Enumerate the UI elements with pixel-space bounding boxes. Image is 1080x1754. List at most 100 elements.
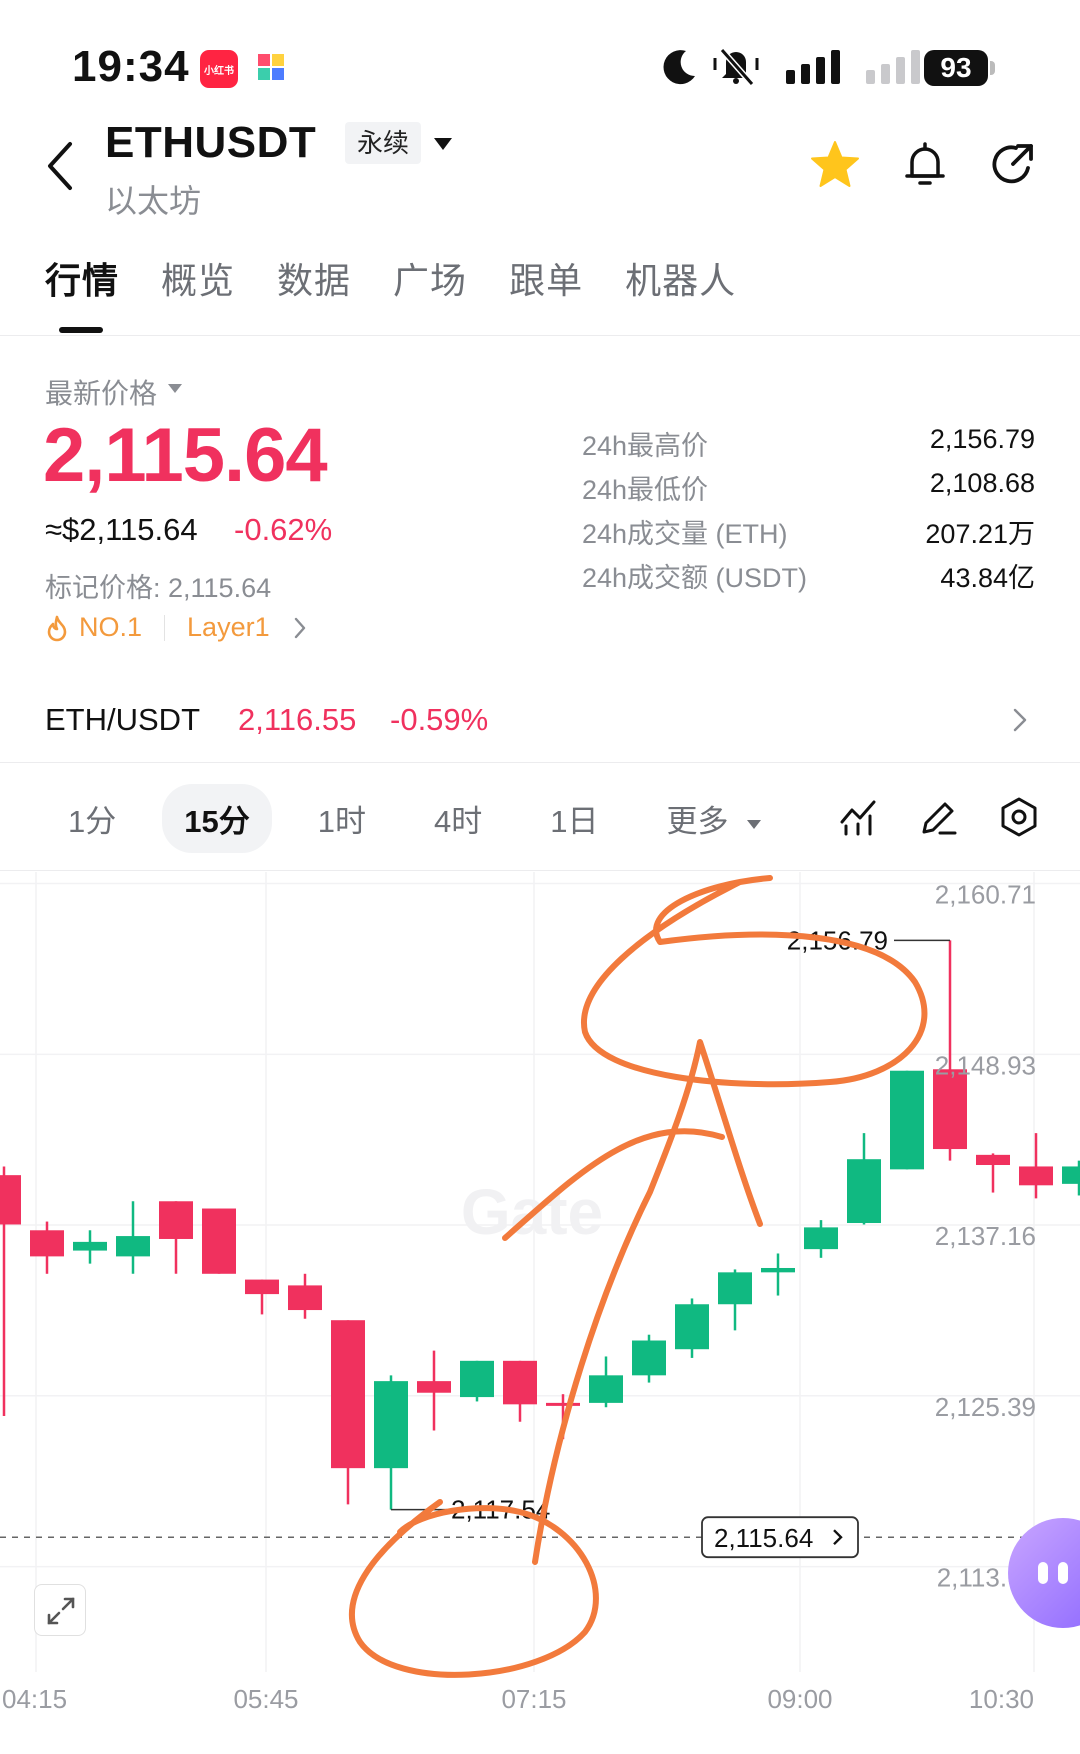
- battery-tip: [990, 61, 995, 75]
- draw-pencil-icon[interactable]: [918, 796, 960, 838]
- candle-body: [804, 1227, 838, 1250]
- rank-tag[interactable]: NO.1: [79, 612, 142, 643]
- candle-up[interactable]: [761, 1253, 795, 1296]
- bot-eye-icon: [1058, 1562, 1068, 1584]
- xiaohongshu-app-icon: 小红书: [200, 50, 238, 88]
- candle-body: [331, 1320, 365, 1469]
- candle-up[interactable]: [460, 1360, 494, 1402]
- candle-body: [417, 1381, 451, 1393]
- candle-body: [933, 1069, 967, 1150]
- candle-up[interactable]: [1062, 1160, 1080, 1196]
- settings-hex-icon[interactable]: [998, 796, 1040, 838]
- candle-up[interactable]: [116, 1201, 150, 1274]
- status-bar: 19:34 小红书 93: [0, 0, 1080, 110]
- x-axis-tick-label: 05:45: [233, 1684, 298, 1714]
- status-time: 19:34: [72, 42, 190, 91]
- indicator-icon[interactable]: [838, 796, 880, 838]
- candle-down[interactable]: [288, 1273, 322, 1319]
- active-tab-indicator: [59, 327, 103, 333]
- tab-square[interactable]: 广场: [393, 252, 467, 304]
- candle-body: [245, 1279, 279, 1295]
- tab-data[interactable]: 数据: [277, 252, 351, 304]
- back-icon[interactable]: [40, 138, 80, 194]
- candle-body: [589, 1375, 623, 1403]
- candle-body: [202, 1208, 236, 1274]
- tab-market[interactable]: 行情: [45, 252, 119, 304]
- y-axis-tick-label: 2,137.16: [935, 1221, 1036, 1251]
- candle-body: [890, 1070, 924, 1170]
- stat-value-high: 2,156.79: [929, 424, 1035, 454]
- stat-label-turnover: 24h成交额 (USDT): [582, 563, 808, 593]
- battery-icon: 93: [924, 50, 988, 86]
- candle-down[interactable]: [331, 1320, 365, 1505]
- candle-up[interactable]: [890, 1070, 924, 1170]
- candle-body: [761, 1267, 795, 1273]
- moon-icon: [663, 50, 695, 85]
- annotation-circle-low: [348, 1499, 599, 1678]
- interval-1h[interactable]: 1时: [296, 784, 388, 853]
- puzzle-app-icon: [258, 54, 284, 80]
- x-axis-tick-label: 09:00: [767, 1684, 832, 1714]
- candle-up[interactable]: [374, 1375, 408, 1510]
- tab-copy-trade[interactable]: 跟单: [509, 252, 583, 304]
- last-price-tag[interactable]: 2,115.64: [701, 1516, 859, 1559]
- candle-down[interactable]: [417, 1350, 451, 1431]
- candlestick-chart[interactable]: Gate 2,156.792,117.542,115.64 2,160.712,…: [0, 872, 1080, 1722]
- interval-4h[interactable]: 4时: [412, 784, 504, 853]
- chevron-right-icon[interactable]: [292, 616, 308, 640]
- interval-more-label: 更多: [666, 804, 729, 839]
- candle-body: [847, 1159, 881, 1224]
- spot-price: 2,116.55: [238, 702, 357, 737]
- chevron-right-icon[interactable]: [1010, 706, 1030, 734]
- candle-up[interactable]: [632, 1334, 666, 1383]
- stat-value-volume: 207.21万: [925, 519, 1035, 549]
- interval-15m[interactable]: 15分: [162, 784, 272, 853]
- latest-price-label[interactable]: 最新价格: [45, 372, 157, 412]
- x-axis-tick-label: 10:30: [969, 1684, 1034, 1714]
- candle-down[interactable]: [503, 1360, 537, 1422]
- y-axis-tick-label: 2,160.71: [935, 879, 1036, 909]
- divider: [0, 335, 1080, 336]
- candle-down[interactable]: [976, 1153, 1010, 1193]
- category-tag[interactable]: Layer1: [187, 612, 270, 643]
- candle-body: [288, 1285, 322, 1311]
- usd-price: ≈$2,115.64: [45, 512, 198, 547]
- star-icon[interactable]: [808, 138, 862, 192]
- candle-down[interactable]: [245, 1279, 279, 1315]
- divider: [0, 870, 1080, 871]
- stat-label-low: 24h最低价: [582, 475, 709, 505]
- contract-type-badge[interactable]: 永续: [345, 122, 422, 164]
- candle-up[interactable]: [718, 1269, 752, 1331]
- fullscreen-button[interactable]: [34, 1584, 86, 1636]
- spot-change: -0.59%: [390, 702, 489, 737]
- annotation-circle-high: [581, 875, 928, 1088]
- candle-down[interactable]: [30, 1221, 64, 1274]
- spot-pair[interactable]: ETH/USDT: [45, 702, 200, 738]
- candle-up[interactable]: [73, 1230, 107, 1264]
- expand-icon: [47, 1597, 75, 1625]
- interval-1m[interactable]: 1分: [46, 784, 138, 853]
- bell-icon[interactable]: [898, 138, 952, 192]
- candle-up[interactable]: [675, 1298, 709, 1358]
- tab-bot[interactable]: 机器人: [625, 252, 736, 304]
- chevron-down-icon[interactable]: [432, 136, 454, 152]
- x-axis-tick-label: 04:15: [2, 1684, 67, 1714]
- candle-up[interactable]: [847, 1133, 881, 1225]
- x-axis-tick-label: 07:15: [501, 1684, 566, 1714]
- candle-body: [1062, 1166, 1080, 1184]
- interval-more[interactable]: 更多: [644, 784, 785, 853]
- candle-body: [976, 1154, 1010, 1166]
- interval-1d[interactable]: 1日: [528, 784, 620, 853]
- signal-icon: [786, 50, 920, 84]
- candle-down[interactable]: [1019, 1133, 1053, 1199]
- bot-eye-icon: [1038, 1562, 1048, 1584]
- candle-body: [0, 1175, 21, 1225]
- candle-up[interactable]: [589, 1356, 623, 1408]
- candle-down[interactable]: [159, 1201, 193, 1274]
- candle-down[interactable]: [0, 1166, 21, 1416]
- share-icon[interactable]: [986, 138, 1040, 192]
- tab-overview[interactable]: 概览: [161, 252, 235, 304]
- candle-down[interactable]: [202, 1208, 236, 1274]
- symbol-title[interactable]: ETHUSDT: [105, 118, 316, 168]
- chevron-down-icon[interactable]: [166, 382, 184, 394]
